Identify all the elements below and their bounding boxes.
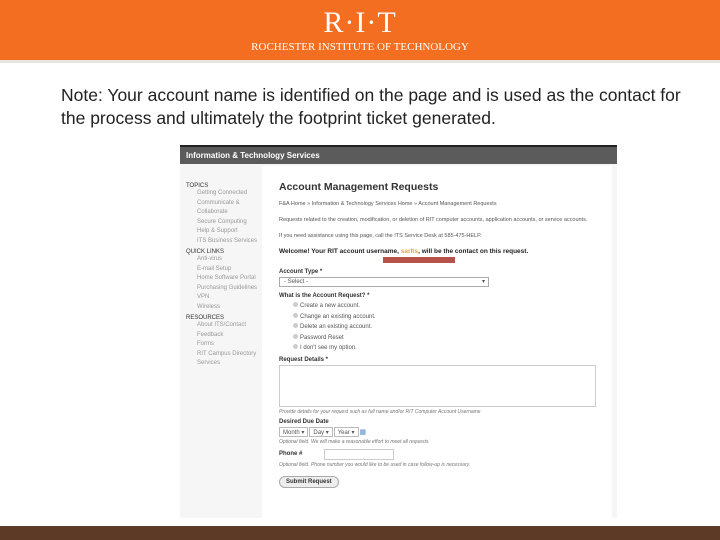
sidebar-link[interactable]: Wireless (186, 303, 262, 313)
rit-logo: R·I·T (323, 6, 397, 39)
note-text: Note: Your account name is identified on… (61, 85, 681, 128)
welcome-pre: Welcome! Your RIT account username, (279, 248, 401, 255)
details-label: Request Details * (279, 356, 329, 363)
username: sarlts (400, 248, 419, 255)
due-date-help: Optional field. We will make a reasonabl… (279, 438, 430, 445)
day-value: Day (313, 429, 325, 436)
footer-bar (0, 526, 720, 540)
account-type-label: Account Type * (279, 269, 323, 275)
month-select[interactable]: Month ▾ (279, 426, 309, 437)
radio-label: Change an existing account. (300, 313, 376, 320)
phone-label: Phone # (279, 451, 303, 458)
details-textarea[interactable] (279, 364, 596, 407)
radio-label: I don't see my option. (300, 345, 357, 351)
sidebar-link[interactable]: Communicate & Collaborate (186, 199, 262, 218)
day-select[interactable]: Day ▾ (309, 426, 333, 437)
sidebar-link[interactable]: Forms (186, 340, 262, 350)
sidebar-link[interactable]: Getting Connected (186, 189, 262, 199)
site-title-bar: Information & Technology Services (180, 147, 617, 164)
radio-label: Delete an existing account. (300, 324, 373, 330)
sidebar-link[interactable]: Services (186, 359, 262, 369)
radio-label: Create a new account. (300, 303, 361, 309)
highlight-annotation (383, 257, 455, 263)
sidebar-link[interactable]: Anti-virus (186, 255, 262, 265)
welcome-text: Welcome! Your RIT account username, sarl… (279, 248, 596, 255)
rit-header: R·I·T ROCHESTER INSTITUTE OF TECHNOLOGY (0, 0, 720, 60)
sidebar-link[interactable]: Secure Computing (186, 218, 262, 228)
assist-text: If you need assistance using this page, … (279, 233, 482, 239)
sidebar-link[interactable]: Help & Support (186, 227, 262, 237)
details-help: Provide details for your request such as… (279, 408, 481, 415)
radio-circle[interactable] (293, 312, 298, 318)
embedded-screenshot: Information & Technology Services TOPICS… (180, 145, 617, 518)
phone-help: Optional field. Phone number you would l… (279, 461, 471, 468)
header-divider (0, 60, 720, 63)
phone-input[interactable] (324, 448, 395, 460)
main-content: Account Management Requests F&A Home » I… (262, 166, 612, 518)
radio-circle[interactable] (293, 323, 298, 328)
sidebar-link[interactable]: VPN (186, 293, 262, 303)
month-value: Month (283, 429, 300, 436)
sidebar-link[interactable]: ITS Business Services (186, 237, 262, 247)
sidebar-link[interactable]: E-mail Setup (186, 265, 262, 275)
rit-logo-subtitle: ROCHESTER INSTITUTE OF TECHNOLOGY (251, 41, 469, 53)
account-type-select[interactable]: - Select - (279, 277, 489, 287)
intro-text: Requests related to the creation, modifi… (279, 217, 588, 223)
radio-circle[interactable] (293, 333, 298, 339)
welcome-post: , will be the contact on this request. (418, 248, 529, 255)
due-date-label: Desired Due Date (279, 418, 329, 425)
sidebar-link[interactable]: About ITS/Contact (186, 321, 262, 331)
page-title: Account Management Requests (279, 181, 439, 193)
request-option-radio[interactable]: I don't see my option. (279, 343, 596, 354)
year-value: Year (337, 429, 350, 436)
sidebar-link[interactable]: Feedback (186, 331, 262, 341)
request-option-radio[interactable]: Create a new account. (279, 301, 596, 312)
sidebar-link[interactable]: Home Software Portal (186, 274, 262, 284)
request-option-radio[interactable]: Delete an existing account. (279, 322, 596, 333)
request-option-radio[interactable]: Change an existing account. (279, 312, 596, 323)
sidebar-link[interactable]: RIT Campus Directory (186, 350, 262, 360)
sidebar: TOPICS Getting Connected Communicate & Col… (180, 166, 262, 518)
radio-label: Password Reset (300, 334, 344, 341)
radio-circle[interactable] (293, 344, 298, 349)
calendar-icon[interactable]: ▦ (360, 429, 367, 436)
request-option-radio[interactable]: Password Reset (279, 333, 596, 344)
request-label: What is the Account Request? * (279, 293, 370, 299)
breadcrumb[interactable]: F&A Home » Information & Technology Serv… (279, 200, 596, 208)
year-select[interactable]: Year ▾ (333, 426, 359, 437)
submit-request-button[interactable]: Submit Request (279, 475, 339, 488)
radio-circle[interactable] (293, 302, 298, 307)
sidebar-link[interactable]: Purchasing Guidelines (186, 284, 262, 294)
request-options: Create a new account. Change an existing … (279, 301, 596, 354)
